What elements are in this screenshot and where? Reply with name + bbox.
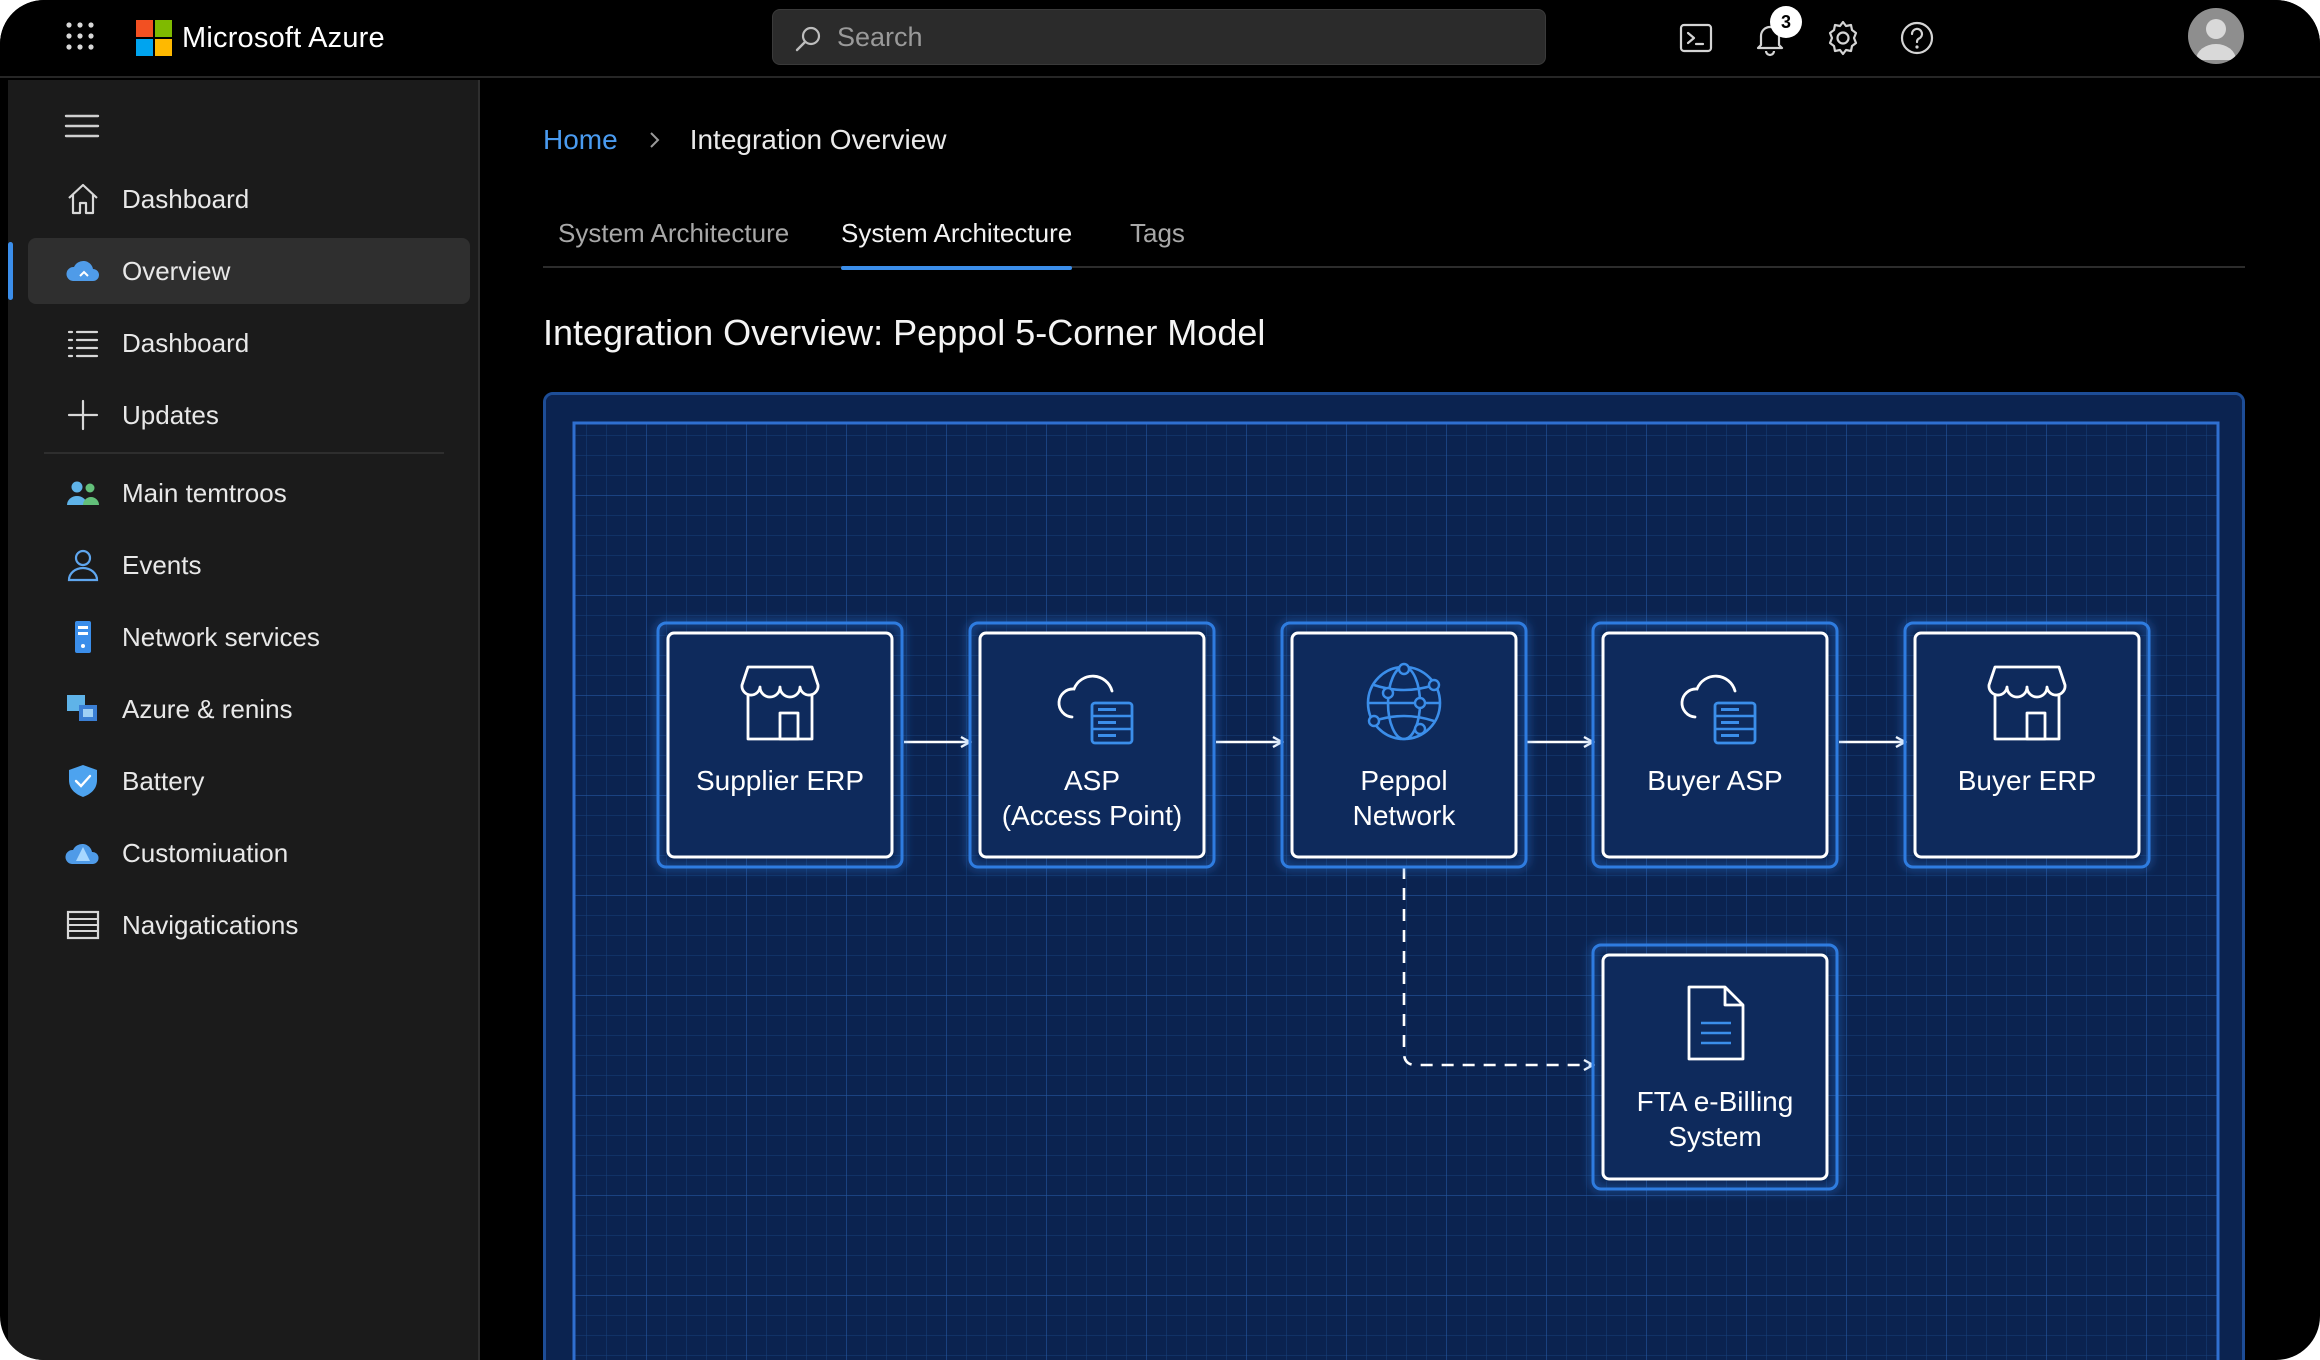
node-label-line2: (Access Point) <box>1001 800 1183 831</box>
node-label-line1: Supplier ERP <box>695 765 865 796</box>
breadcrumb-current: Integration Overview <box>689 124 947 155</box>
tab-system-architecture-2[interactable]: System Architecture <box>841 218 1073 270</box>
tab-bar: System Architecture System Architecture … <box>543 212 2245 270</box>
sidebar-item-battery[interactable]: Battery <box>28 748 470 814</box>
sidebar-item-events[interactable]: Events <box>28 532 470 598</box>
user-icon <box>2196 19 2236 60</box>
node-label-line1: Buyer ASP <box>1647 765 1783 796</box>
brand-name: Microsoft Azure <box>182 21 385 54</box>
sidebar-item-label: Azure & renins <box>122 693 293 724</box>
sidebar-item-label: Dashboard <box>122 327 250 358</box>
plus-icon <box>67 399 99 431</box>
breadcrumb-home-link[interactable]: Home <box>543 124 618 156</box>
sidebar-item-label: Overview <box>122 255 231 286</box>
sidebar-item-updates[interactable]: Updates <box>28 382 470 448</box>
home-icon <box>68 183 98 215</box>
brand[interactable]: Microsoft Azure <box>136 18 385 58</box>
sidebar-item-overview[interactable]: Overview <box>28 238 470 304</box>
search-input[interactable] <box>837 10 1527 64</box>
node-label: Buyer ERP <box>1914 763 2140 798</box>
page-title: Integration Overview: Peppol 5-Corner Mo… <box>543 312 1266 353</box>
sidebar-item-main-temtroos[interactable]: Main temtroos <box>28 460 470 526</box>
help-icon[interactable] <box>1897 18 1937 58</box>
gear-icon[interactable] <box>1823 18 1863 58</box>
app-launcher-icon[interactable] <box>64 20 96 52</box>
notification-badge: 3 <box>1770 6 1802 38</box>
cloud-tree-icon <box>65 843 99 864</box>
node-label-line1: Peppol <box>1360 765 1448 796</box>
diagram-panel: Supplier ERP ASP (Access Point) Peppol N… <box>543 392 2245 1360</box>
peppol-diagram <box>546 395 2242 1360</box>
microsoft-logo-icon <box>136 20 172 56</box>
cloud-shell-icon[interactable] <box>1676 18 1716 58</box>
sidebar-item-navigatications[interactable]: Navigatications <box>28 892 470 958</box>
sidebar-item-azure-renins[interactable]: Azure & renins <box>28 676 470 742</box>
node-label: ASP (Access Point) <box>979 763 1205 833</box>
node-label-line1: FTA e-Billing <box>1636 1086 1794 1117</box>
node-label-line2: Network <box>1352 800 1456 831</box>
sidebar-item-customiuation[interactable]: Customiuation <box>28 820 470 886</box>
node-buyer-erp[interactable] <box>1903 621 2151 869</box>
active-indicator <box>8 242 13 300</box>
node-supplier-erp[interactable] <box>656 621 904 869</box>
sidebar-divider <box>44 452 444 454</box>
person-icon <box>67 549 99 582</box>
search-box[interactable] <box>772 9 1546 65</box>
sidebar-item-dashboard-list[interactable]: Dashboard <box>28 310 470 376</box>
avatar[interactable] <box>2188 8 2244 64</box>
sidebar: Dashboard Overview Dashboard Updates Mai… <box>8 80 480 1360</box>
sidebar-item-label: Events <box>122 549 202 580</box>
server-icon <box>75 621 91 653</box>
node-label: Peppol Network <box>1291 763 1517 833</box>
node-label-line1: Buyer ERP <box>1957 765 2097 796</box>
sidebar-item-network-services[interactable]: Network services <box>28 604 470 670</box>
list-icon <box>67 330 99 358</box>
sidebar-item-label: Updates <box>122 399 219 430</box>
node-label-line2: System <box>1668 1121 1762 1152</box>
cloud-icon <box>66 260 99 281</box>
table-icon <box>66 910 100 940</box>
users-icon <box>67 481 99 505</box>
grid-major <box>574 423 2218 1360</box>
tab-tags[interactable]: Tags <box>1130 218 1185 268</box>
node-label: Buyer ASP <box>1602 763 1828 798</box>
sidebar-item-label: Navigatications <box>122 909 299 940</box>
resources-icon <box>67 695 97 721</box>
chevron-right-icon <box>649 132 660 148</box>
search-icon <box>795 26 821 52</box>
menu-icon[interactable] <box>64 112 100 140</box>
shield-icon <box>69 765 97 797</box>
node-buyer-asp[interactable] <box>1591 621 1839 869</box>
app-window: Microsoft Azure 3 <box>0 0 2320 1360</box>
top-bar: Microsoft Azure 3 <box>0 0 2320 78</box>
sidebar-item-dashboard[interactable]: Dashboard <box>28 166 470 232</box>
sidebar-item-label: Battery <box>122 765 205 796</box>
sidebar-item-label: Customiuation <box>122 837 289 868</box>
sidebar-item-label: Network services <box>122 621 320 652</box>
breadcrumb: Home Integration Overview <box>543 124 947 156</box>
node-label-line1: ASP <box>1063 765 1121 796</box>
node-label: Supplier ERP <box>667 763 893 798</box>
sidebar-item-label: Dashboard <box>122 183 250 214</box>
tab-system-architecture-1[interactable]: System Architecture <box>558 218 789 268</box>
sidebar-item-label: Main temtroos <box>122 477 287 508</box>
node-label: FTA e-Billing System <box>1602 1084 1828 1154</box>
